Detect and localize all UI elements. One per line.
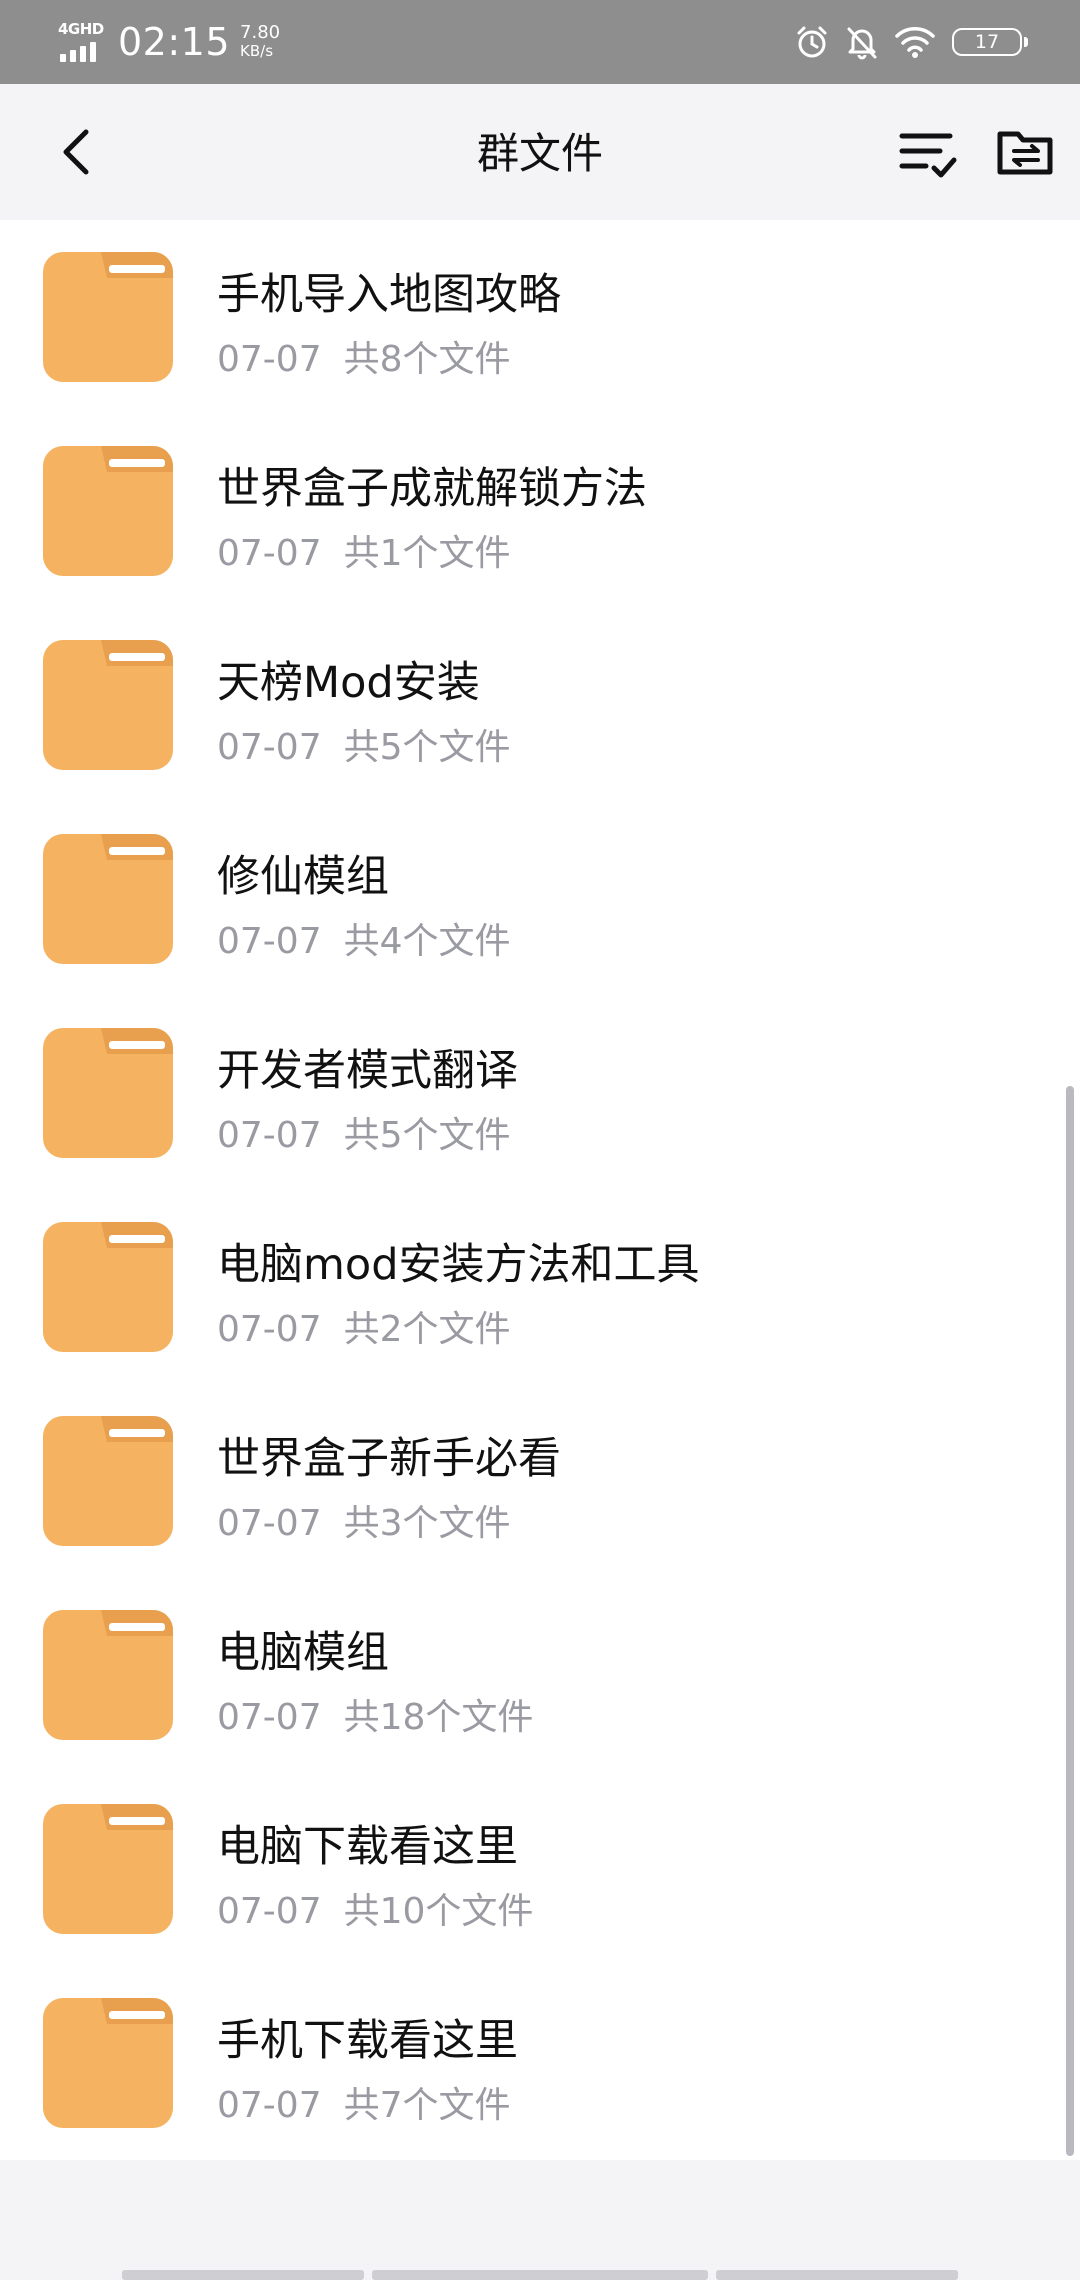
item-count: 共10个文件 [343, 1891, 534, 1932]
alarm-icon [797, 26, 827, 58]
network-speed: 7.80 KB/s [240, 22, 281, 61]
folder-icon [43, 834, 173, 964]
list-item[interactable]: 电脑下载看这里 07-07 共10个文件 [0, 1772, 1080, 1966]
item-count: 共1个文件 [343, 533, 511, 574]
item-date: 07-07 [217, 1891, 322, 1932]
item-date: 07-07 [217, 339, 322, 380]
item-count: 共8个文件 [343, 339, 511, 380]
item-meta: 07-07 共8个文件 [217, 330, 511, 382]
item-name: 电脑mod安装方法和工具 [217, 1240, 700, 1290]
item-meta: 07-07 共2个文件 [217, 1300, 511, 1352]
item-meta: 07-07 共10个文件 [217, 1882, 533, 1934]
folder-icon [43, 446, 173, 576]
list-item[interactable]: 天榜Mod安装 07-07 共5个文件 [0, 608, 1080, 802]
item-meta: 07-07 共1个文件 [217, 524, 511, 576]
folder-icon [43, 1222, 173, 1352]
item-meta: 07-07 共5个文件 [217, 718, 511, 770]
item-date: 07-07 [217, 1309, 322, 1350]
item-date: 07-07 [217, 921, 322, 962]
list-item[interactable]: 手机导入地图攻略 07-07 共8个文件 [0, 220, 1080, 414]
scrollbar[interactable] [1066, 1086, 1074, 2156]
item-count: 共3个文件 [343, 1503, 511, 1544]
item-date: 07-07 [217, 1697, 322, 1738]
item-date: 07-07 [217, 1115, 322, 1156]
status-left: 4GHD 02:15 7.80 KB/s [58, 18, 280, 66]
item-date: 07-07 [217, 533, 322, 574]
item-name: 手机下载看这里 [217, 2016, 518, 2066]
group-file-list: 手机导入地图攻略 07-07 共8个文件 世界盒子成就解锁方法 07-07 共1个文… [0, 220, 1080, 2160]
battery-icon: 17 [952, 28, 1028, 56]
list-item[interactable]: 手机下载看这里 07-07 共7个文件 [0, 1966, 1080, 2160]
item-meta: 07-07 共18个文件 [217, 1688, 533, 1740]
sort-button[interactable] [896, 122, 960, 182]
item-name: 电脑模组 [217, 1628, 389, 1678]
network-speed-value: 7.80 [240, 22, 281, 43]
folder-transfer-button[interactable] [994, 122, 1058, 182]
sort-list-check-icon [899, 133, 957, 178]
item-count: 共18个文件 [343, 1697, 534, 1738]
folder-icon [43, 1610, 173, 1740]
item-meta: 07-07 共4个文件 [217, 912, 511, 964]
folder-transfer-icon [997, 131, 1053, 175]
bell-off-icon [847, 27, 877, 60]
item-name: 开发者模式翻译 [217, 1046, 518, 1096]
bottom-tab[interactable] [122, 2270, 364, 2280]
list-item[interactable]: 世界盒子成就解锁方法 07-07 共1个文件 [0, 414, 1080, 608]
item-name: 世界盒子成就解锁方法 [217, 464, 647, 514]
item-count: 共7个文件 [343, 2085, 511, 2126]
item-name: 修仙模组 [217, 852, 389, 902]
folder-icon [43, 1804, 173, 1934]
top-nav-bar: 群文件 [0, 84, 1080, 220]
item-meta: 07-07 共3个文件 [217, 1494, 511, 1546]
folder-icon [43, 1028, 173, 1158]
folder-icon [43, 640, 173, 770]
bottom-tab[interactable] [372, 2270, 708, 2280]
item-date: 07-07 [217, 1503, 322, 1544]
list-item[interactable]: 修仙模组 07-07 共4个文件 [0, 802, 1080, 996]
item-date: 07-07 [217, 2085, 322, 2126]
item-count: 共5个文件 [343, 1115, 511, 1156]
item-date: 07-07 [217, 727, 322, 768]
list-item[interactable]: 世界盒子新手必看 07-07 共3个文件 [0, 1384, 1080, 1578]
folder-icon [43, 1416, 173, 1546]
item-name: 天榜Mod安装 [217, 658, 480, 708]
item-meta: 07-07 共5个文件 [217, 1106, 511, 1158]
status-bar: 4GHD 02:15 7.80 KB/s 17 [0, 0, 1080, 84]
item-name: 世界盒子新手必看 [217, 1434, 561, 1484]
battery-level: 17 [974, 31, 1000, 53]
item-meta: 07-07 共7个文件 [217, 2076, 511, 2128]
folder-icon [43, 1998, 173, 2128]
wifi-icon [895, 27, 935, 58]
status-time: 02:15 [118, 20, 231, 64]
folder-icon [43, 252, 173, 382]
item-name: 电脑下载看这里 [217, 1822, 518, 1872]
list-item[interactable]: 电脑模组 07-07 共18个文件 [0, 1578, 1080, 1772]
list-item[interactable]: 电脑mod安装方法和工具 07-07 共2个文件 [0, 1190, 1080, 1384]
item-count: 共4个文件 [343, 921, 511, 962]
list-item[interactable]: 开发者模式翻译 07-07 共5个文件 [0, 996, 1080, 1190]
status-right: 17 [780, 18, 1028, 66]
bottom-tab[interactable] [716, 2270, 958, 2280]
item-count: 共2个文件 [343, 1309, 511, 1350]
item-count: 共5个文件 [343, 727, 511, 768]
item-name: 手机导入地图攻略 [217, 270, 561, 320]
network-speed-unit: KB/s [240, 42, 274, 60]
network-type: 4GHD [58, 20, 104, 38]
signal-icon: 4GHD [58, 20, 104, 62]
